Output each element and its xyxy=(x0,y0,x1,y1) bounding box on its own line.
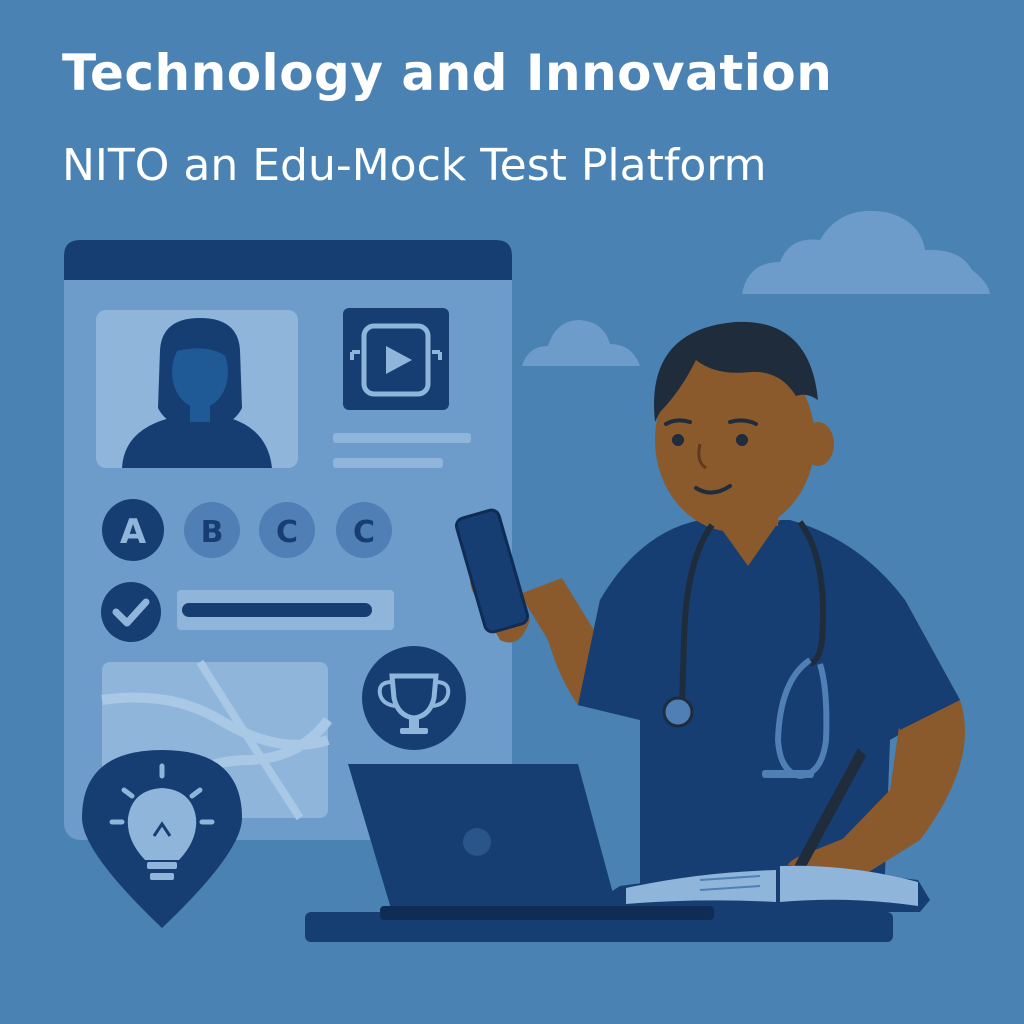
cloud-icon xyxy=(742,210,990,294)
checkmark-icon[interactable] xyxy=(101,582,161,642)
option-label: C xyxy=(276,515,298,550)
trophy-icon[interactable] xyxy=(362,646,466,750)
option-label: A xyxy=(120,512,147,552)
text-line xyxy=(333,433,471,443)
lightbulb-icon xyxy=(82,750,242,928)
text-line xyxy=(333,458,443,468)
video-play-icon[interactable] xyxy=(343,308,449,410)
illustration-scene: A B C C xyxy=(64,210,990,942)
profile-card xyxy=(96,310,298,468)
answer-option-a[interactable]: A xyxy=(102,499,164,561)
cloud-icon xyxy=(522,320,640,366)
answer-option-c-2[interactable]: C xyxy=(336,502,392,558)
option-label: C xyxy=(353,515,375,550)
answer-option-c[interactable]: C xyxy=(259,502,315,558)
answer-option-b[interactable]: B xyxy=(184,502,240,558)
progress-bar xyxy=(177,590,394,630)
option-label: B xyxy=(201,515,224,550)
